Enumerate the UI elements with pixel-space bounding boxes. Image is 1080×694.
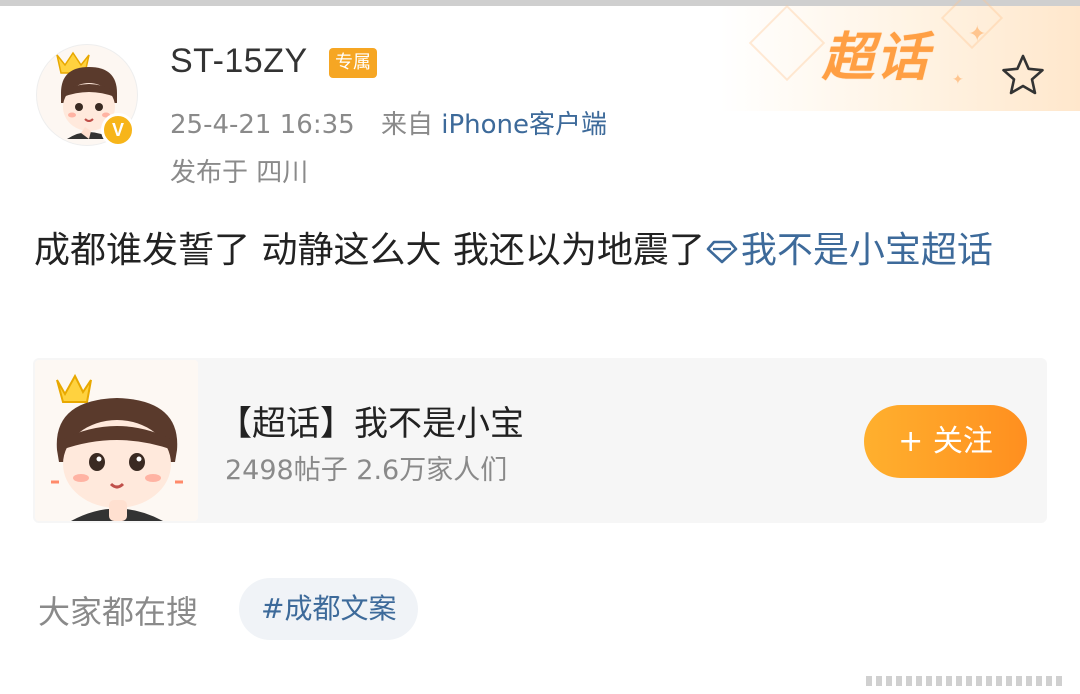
verified-badge-icon: V <box>101 113 135 147</box>
sparkle-icon: ✦ <box>968 22 987 47</box>
source-client-link[interactable]: iPhone客户端 <box>441 110 607 140</box>
source-prefix: 来自 <box>380 110 433 140</box>
diamond-icon <box>705 226 739 264</box>
trending-search-chip[interactable]: #成都文案 <box>239 578 419 640</box>
watermark-strip <box>866 676 1066 686</box>
diamond-deco-icon <box>748 4 826 82</box>
post-location: 发布于 四川 <box>170 158 309 188</box>
author-tag-badge: 专属 <box>329 48 377 78</box>
supertopic-title[interactable]: 【超话】我不是小宝 <box>218 396 524 445</box>
supertopic-brand[interactable]: 超话 <box>822 28 930 88</box>
supertopic-stats: 2498帖子 2.6万家人们 <box>225 455 508 486</box>
post-timestamp: 25-4-21 16:35 <box>170 110 355 140</box>
post-meta: 25-4-21 16:35 来自 iPhone客户端 <box>170 104 607 141</box>
supertopic-card[interactable]: 【超话】我不是小宝 2498帖子 2.6万家人们 + 关注 <box>33 358 1047 523</box>
sparkle-icon: ✦ <box>952 72 964 88</box>
trending-search-label: 大家都在搜 <box>38 593 199 631</box>
supertopic-thumbnail <box>35 360 198 521</box>
star-icon[interactable] <box>1000 52 1046 98</box>
topic-link-label: 我不是小宝超话 <box>740 230 993 271</box>
topic-link[interactable]: 我不是小宝超话 <box>705 230 993 271</box>
post-content: 成都谁发誓了 动静这么大 我还以为地震了 我不是小宝超话 <box>34 222 1054 280</box>
follow-button[interactable]: + 关注 <box>864 405 1027 478</box>
post-text: 成都谁发誓了 动静这么大 我还以为地震了 <box>34 230 705 271</box>
author-name[interactable]: ST-15ZY <box>170 42 308 81</box>
